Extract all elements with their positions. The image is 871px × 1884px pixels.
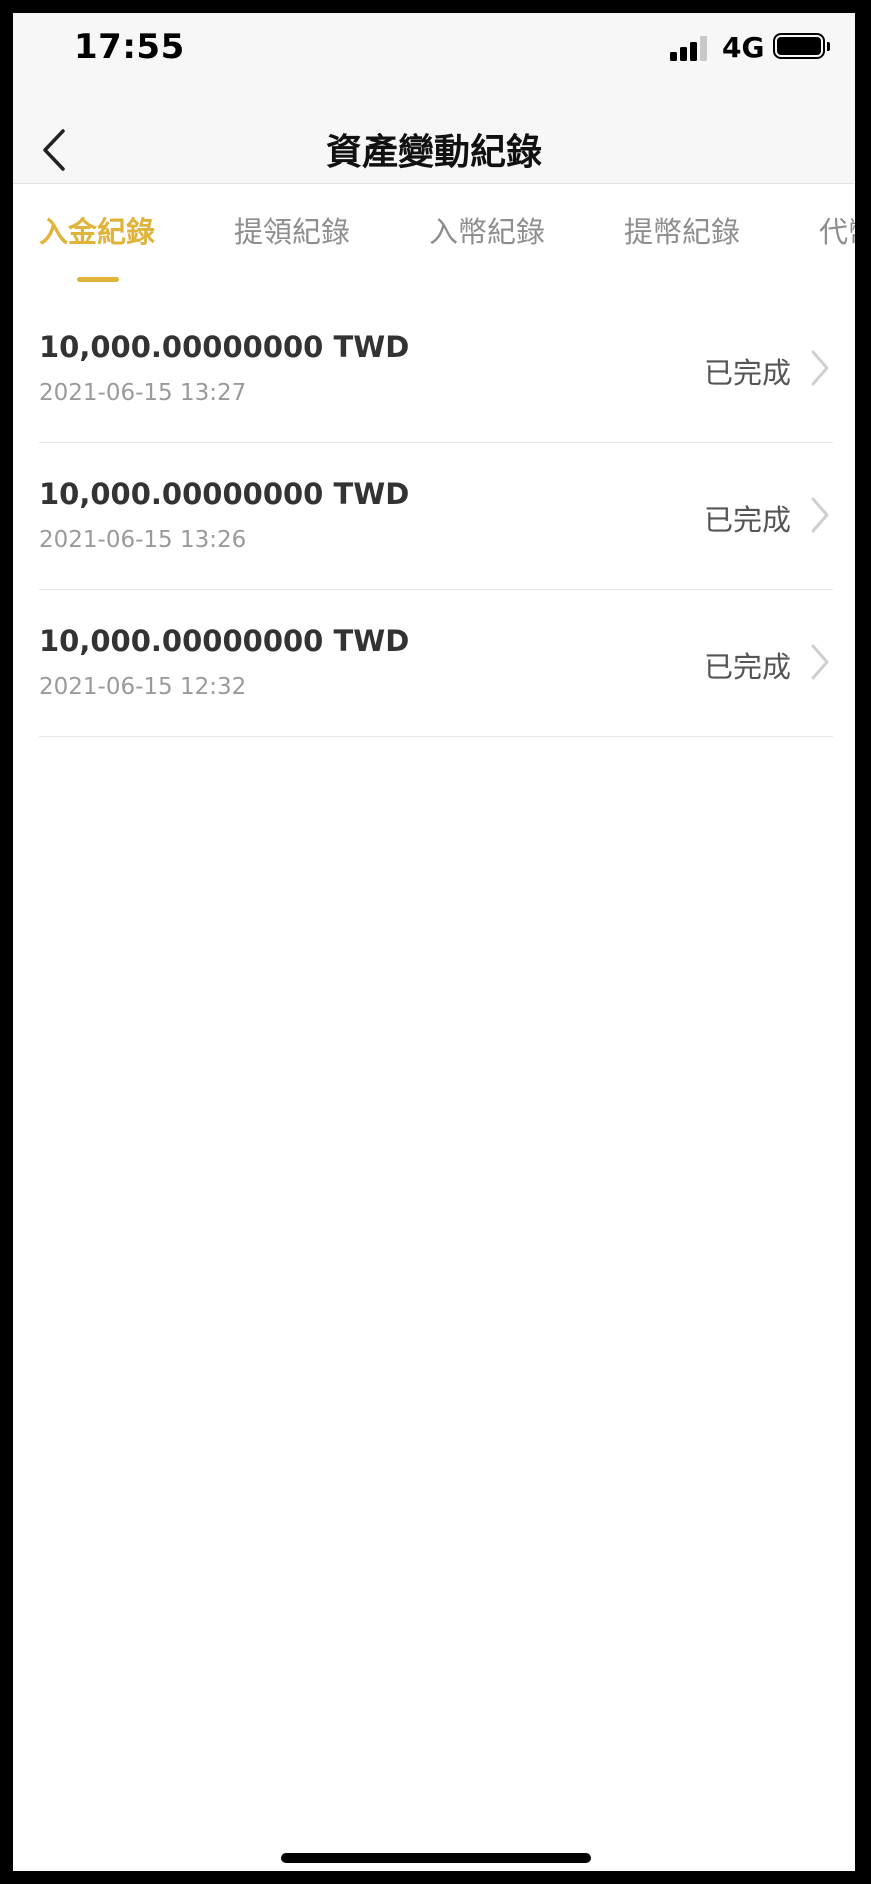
tab-deposit-records[interactable]: 入金紀錄 <box>39 209 155 251</box>
record-time: 2021-06-15 13:26 <box>39 527 247 553</box>
tab-token-records[interactable]: 代幣 <box>819 209 855 251</box>
tab-crypto-withdrawal-records[interactable]: 提幣紀錄 <box>624 209 740 251</box>
records-list: 10,000.00000000 TWD 2021-06-15 13:27 已完成… <box>39 296 833 737</box>
active-tab-indicator <box>77 277 119 282</box>
record-status: 已完成 <box>703 356 791 390</box>
tab-withdrawal-records[interactable]: 提領紀錄 <box>234 209 350 251</box>
battery-icon <box>773 33 825 59</box>
battery-tip <box>827 42 830 51</box>
cellular-signal-icon <box>670 35 710 61</box>
record-status: 已完成 <box>703 503 791 537</box>
record-amount: 10,000.00000000 TWD <box>39 624 410 658</box>
record-time: 2021-06-15 12:32 <box>39 674 247 700</box>
list-item[interactable]: 10,000.00000000 TWD 2021-06-15 13:27 已完成 <box>39 296 833 443</box>
list-item[interactable]: 10,000.00000000 TWD 2021-06-15 12:32 已完成 <box>39 590 833 737</box>
record-status: 已完成 <box>703 650 791 684</box>
chevron-right-icon <box>811 350 829 386</box>
chevron-right-icon <box>811 644 829 680</box>
header-area: 17:55 4G 資產變動紀錄 <box>13 13 855 184</box>
tab-crypto-deposit-records[interactable]: 入幣紀錄 <box>429 209 545 251</box>
page-title: 資產變動紀錄 <box>325 132 542 173</box>
network-type: 4G <box>722 31 765 64</box>
chevron-right-icon <box>811 497 829 533</box>
status-time: 17:55 <box>74 27 185 67</box>
record-type-tabs: 入金紀錄 提領紀錄 入幣紀錄 提幣紀錄 代幣 <box>13 209 855 289</box>
record-amount: 10,000.00000000 TWD <box>39 330 410 364</box>
app-screen: 17:55 4G 資產變動紀錄 入金紀錄 提領紀錄 入幣紀錄 提幣紀錄 代幣 1… <box>13 13 855 1871</box>
record-time: 2021-06-15 13:27 <box>39 380 247 406</box>
home-indicator[interactable] <box>281 1853 591 1863</box>
list-item[interactable]: 10,000.00000000 TWD 2021-06-15 13:26 已完成 <box>39 443 833 590</box>
record-amount: 10,000.00000000 TWD <box>39 477 410 511</box>
